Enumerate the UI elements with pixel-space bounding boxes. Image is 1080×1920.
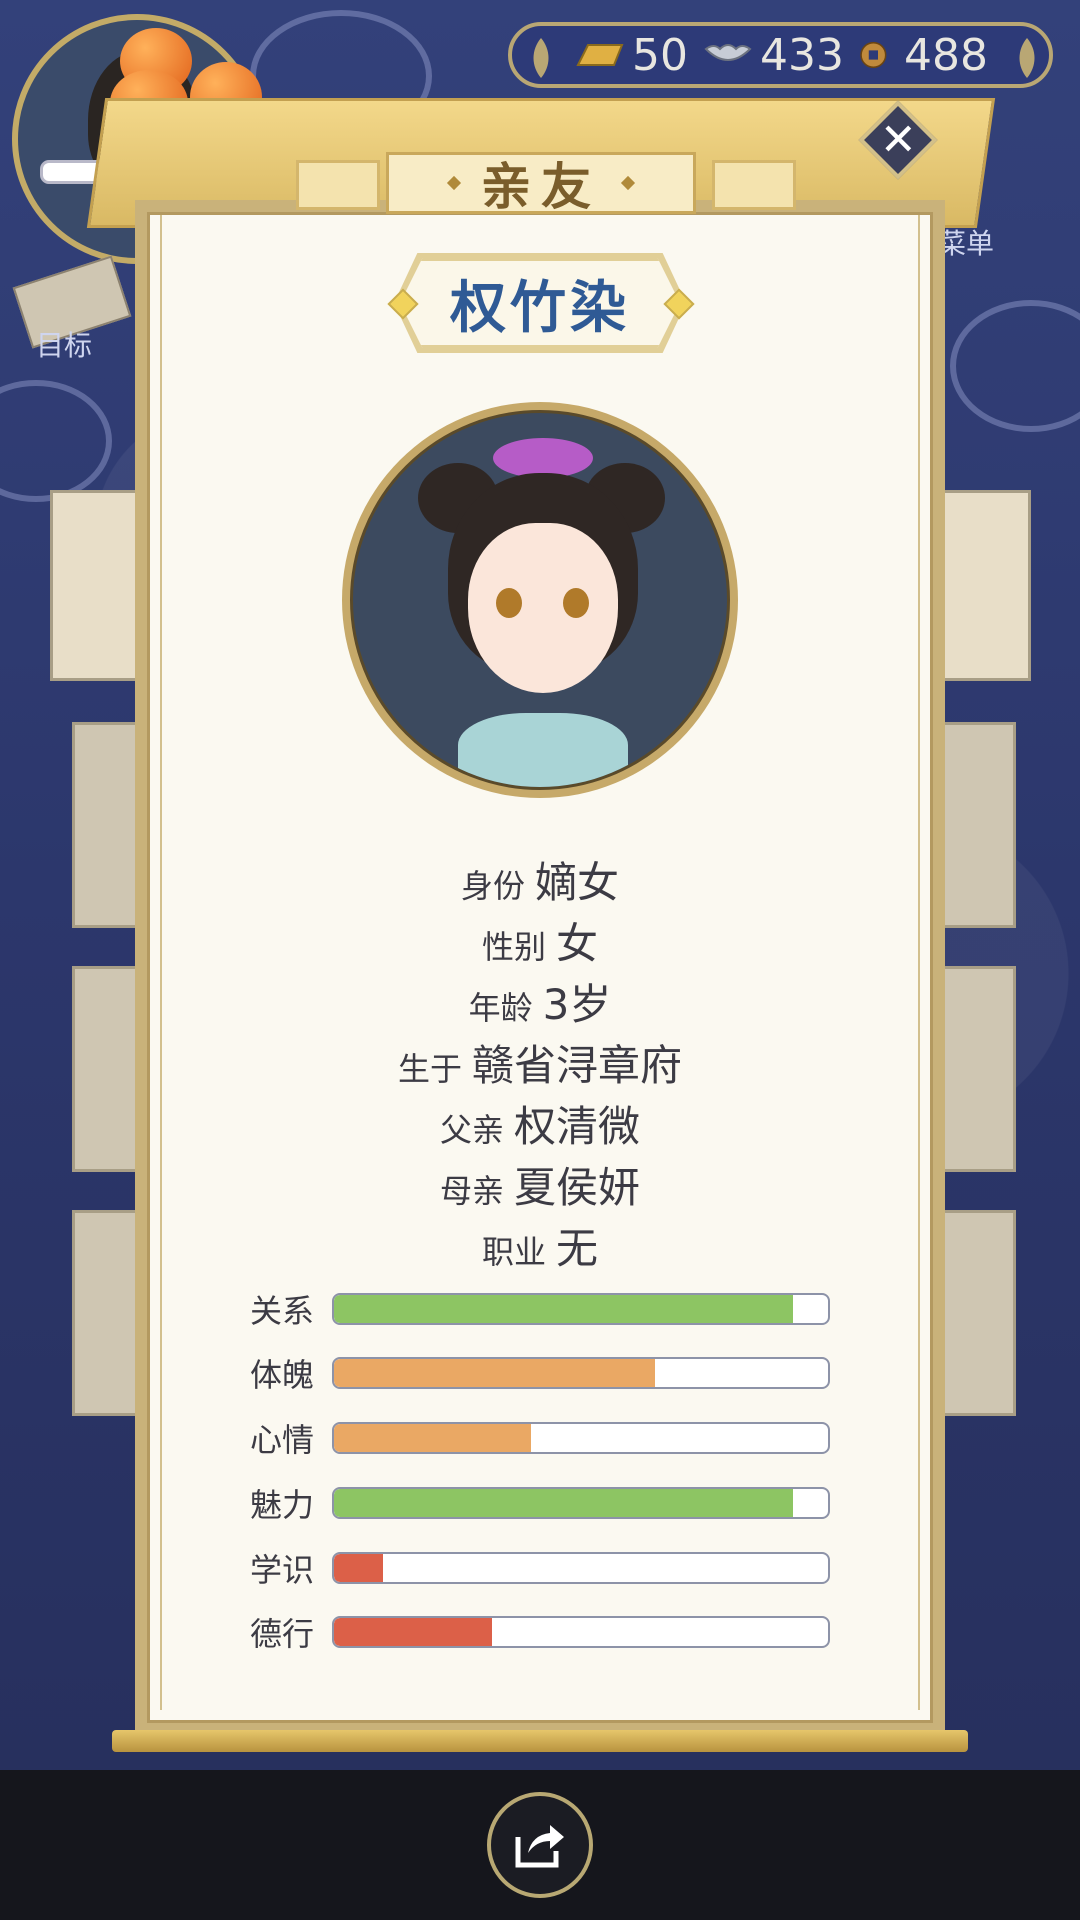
stat-fill — [333, 1424, 532, 1452]
silver-ingot-icon — [704, 44, 752, 61]
stat-fill — [333, 1359, 655, 1387]
info-label: 年龄 — [468, 989, 533, 1027]
eye-left — [496, 588, 522, 618]
flower-ornament — [493, 438, 593, 478]
stat-label: 心情 — [250, 1421, 315, 1459]
coin-value: 488 — [903, 29, 988, 81]
stat-label: 关系 — [250, 1292, 315, 1330]
bamboo-leaf-icon — [1019, 38, 1035, 78]
info-value: 权清微 — [514, 1102, 641, 1151]
info-value: 无 — [556, 1224, 599, 1273]
info-row-age: 年龄 3岁 — [0, 984, 1080, 1026]
stat-fill — [333, 1554, 384, 1582]
info-row-gender: 性别女 — [0, 923, 1080, 965]
stat-bar — [331, 1422, 830, 1454]
character-portrait — [342, 402, 738, 798]
info-value: 3岁 — [542, 980, 612, 1029]
info-label: 母亲 — [439, 1172, 504, 1210]
bamboo-leaf-icon — [533, 38, 549, 78]
goal-label[interactable]: 目标 — [36, 324, 92, 364]
share-button[interactable] — [487, 1792, 593, 1898]
currency-bar: 50 433 488 — [508, 22, 1053, 88]
stat-bar — [331, 1616, 830, 1648]
info-row-identity: 身份 嫡女 — [0, 862, 1080, 904]
info-row-occupation: 职业无 — [0, 1228, 1080, 1270]
character-clothes — [458, 713, 628, 787]
stat-bar — [331, 1357, 830, 1389]
background-card — [50, 490, 146, 681]
stat-fill — [333, 1489, 794, 1517]
panel-title: 亲友 — [481, 158, 601, 216]
silver-currency[interactable]: 433 — [702, 30, 844, 81]
portrait-frame — [350, 410, 730, 790]
panel-bottom-rod — [112, 1730, 968, 1752]
stat-label: 魅力 — [250, 1486, 315, 1524]
info-label: 性别 — [481, 928, 546, 966]
info-value: 嫡女 — [535, 858, 620, 907]
name-plate: 权竹染 — [400, 258, 680, 348]
silver-value: 433 — [760, 29, 844, 81]
header-ornament-left — [296, 160, 380, 210]
info-row-birthplace: 生于 赣省浔章府 — [0, 1045, 1080, 1087]
character-name: 权竹染 — [450, 275, 630, 341]
info-label: 身份 — [460, 867, 525, 905]
stat-fill — [333, 1618, 492, 1646]
copper-coin-icon — [860, 41, 887, 69]
stat-relationship: 关系 — [250, 1292, 830, 1330]
stat-label: 德行 — [250, 1615, 315, 1653]
eye-right — [563, 588, 589, 618]
stat-knowledge: 学识 — [250, 1551, 830, 1589]
character-face — [468, 523, 618, 693]
stat-virtue: 德行 — [250, 1615, 830, 1653]
stat-bar — [331, 1293, 830, 1325]
info-label: 职业 — [481, 1233, 546, 1271]
background-card — [940, 490, 1031, 681]
info-value: 赣省浔章府 — [472, 1041, 683, 1090]
coin-currency[interactable]: 488 — [858, 30, 988, 81]
stat-fill — [333, 1295, 794, 1323]
title-dot — [446, 175, 462, 191]
panel-title-plate: 亲友 — [386, 152, 696, 216]
gold-value: 50 — [632, 29, 688, 81]
close-icon: ✕ — [879, 114, 917, 165]
info-value: 女 — [556, 919, 599, 968]
stat-bar — [331, 1552, 830, 1584]
stat-physique: 体魄 — [250, 1356, 830, 1394]
menu-label[interactable]: 菜单 — [938, 222, 994, 262]
stat-mood: 心情 — [250, 1421, 830, 1459]
info-label: 生于 — [397, 1050, 462, 1088]
info-row-father: 父亲 权清微 — [0, 1106, 1080, 1148]
header-ornament-right — [712, 160, 796, 210]
title-dot — [620, 175, 636, 191]
gold-currency[interactable]: 50 — [574, 30, 688, 81]
stat-label: 学识 — [250, 1551, 315, 1589]
stat-label: 体魄 — [250, 1356, 315, 1394]
info-value: 夏侯妍 — [514, 1163, 641, 1212]
info-label: 父亲 — [439, 1111, 504, 1149]
info-row-mother: 母亲 夏侯妍 — [0, 1167, 1080, 1209]
stat-bar — [331, 1487, 830, 1519]
gold-ingot-icon — [576, 44, 624, 66]
stat-charm: 魅力 — [250, 1486, 830, 1524]
share-icon — [515, 1825, 564, 1868]
